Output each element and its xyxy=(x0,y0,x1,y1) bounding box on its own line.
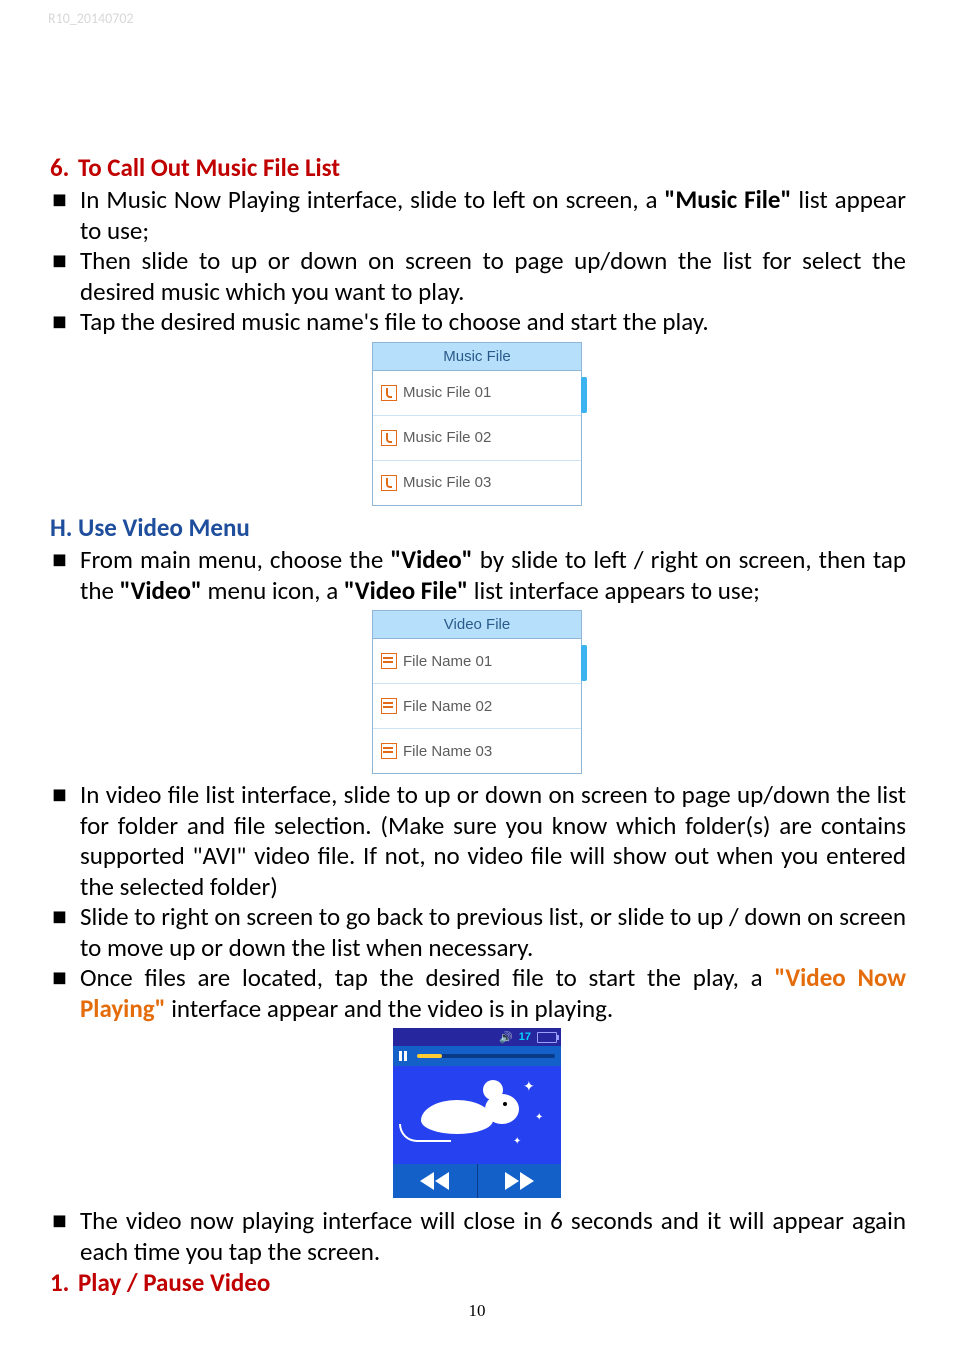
forward-icon xyxy=(505,1172,534,1190)
square-bullet-icon: ◼ xyxy=(48,780,80,902)
bold-text: "Music File" xyxy=(664,184,791,215)
text: Tap the desired music name's file to cho… xyxy=(80,307,906,338)
list-item[interactable]: Music File 03 xyxy=(373,461,581,505)
list-item-label: Music File 01 xyxy=(403,384,491,401)
heading-6-number: 6. xyxy=(48,152,78,183)
battery-icon xyxy=(537,1032,557,1043)
heading-h-letter: H. xyxy=(48,512,78,543)
sectionH-bullet-1: ◼ From main menu, choose the "Video" by … xyxy=(48,545,906,606)
square-bullet-icon: ◼ xyxy=(48,963,80,1024)
video-list-header: Video File xyxy=(373,611,581,639)
heading-1-title: Play / Pause Video xyxy=(78,1267,270,1298)
video-file-icon xyxy=(381,698,397,714)
forward-button[interactable] xyxy=(477,1164,562,1198)
page-number: 10 xyxy=(0,1301,954,1321)
music-list-header: Music File xyxy=(373,343,581,371)
list-item[interactable]: File Name 02 xyxy=(373,684,581,729)
video-file-icon xyxy=(381,653,397,669)
player-controls xyxy=(393,1164,561,1198)
text: Once files are located, tap the desired … xyxy=(80,962,774,993)
heading-h-title: Use Video Menu xyxy=(78,512,250,543)
scroll-indicator[interactable] xyxy=(581,377,587,413)
list-item-label: File Name 02 xyxy=(403,698,492,715)
text: The video now playing interface will clo… xyxy=(80,1206,906,1267)
bold-text: "Video" xyxy=(390,544,472,575)
list-item-label: Music File 02 xyxy=(403,429,491,446)
heading-1: 1. Play / Pause Video xyxy=(48,1267,906,1298)
square-bullet-icon: ◼ xyxy=(48,902,80,963)
text: In Music Now Playing interface, slide to… xyxy=(80,184,664,215)
list-item[interactable]: Music File 02 xyxy=(373,416,581,461)
music-file-icon xyxy=(381,385,397,401)
video-frame[interactable]: ✦ ✦ ✦ xyxy=(393,1066,561,1164)
progress-track[interactable] xyxy=(417,1054,555,1058)
page-content: 6. To Call Out Music File List ◼ In Musi… xyxy=(48,152,906,1300)
heading-6: 6. To Call Out Music File List xyxy=(48,152,906,183)
list-item[interactable]: File Name 01 xyxy=(373,639,581,684)
list-item-label: Music File 03 xyxy=(403,474,491,491)
player-progress-bar[interactable] xyxy=(393,1046,561,1066)
section6-bullet-2: ◼ Then slide to up or down on screen to … xyxy=(48,246,906,307)
square-bullet-icon: ◼ xyxy=(48,545,80,606)
scroll-indicator[interactable] xyxy=(581,645,587,681)
music-file-icon xyxy=(381,430,397,446)
player-status-bar: 🔊 17 xyxy=(393,1028,561,1046)
list-item-label: File Name 03 xyxy=(403,743,492,760)
heading-1-number: 1. xyxy=(48,1267,78,1298)
video-file-list-widget: Video File File Name 01 File Name 02 Fil… xyxy=(372,610,582,774)
video-player-widget: 🔊 17 ✦ ✦ ✦ xyxy=(393,1028,561,1198)
text: Then slide to up or down on screen to pa… xyxy=(80,246,906,307)
bold-text: "Video" xyxy=(120,575,202,606)
text: list interface appears to use; xyxy=(468,575,760,606)
volume-level: 17 xyxy=(519,1031,531,1043)
text: menu icon, a xyxy=(202,575,344,606)
pause-icon[interactable] xyxy=(399,1051,409,1061)
square-bullet-icon: ◼ xyxy=(48,185,80,246)
volume-icon: 🔊 xyxy=(499,1031,513,1044)
list-item[interactable]: Music File 01 xyxy=(373,371,581,416)
heading-h: H. Use Video Menu xyxy=(48,512,906,543)
section6-bullet-3: ◼ Tap the desired music name's file to c… xyxy=(48,307,906,338)
square-bullet-icon: ◼ xyxy=(48,246,80,307)
video-file-icon xyxy=(381,743,397,759)
list-item-label: File Name 01 xyxy=(403,653,492,670)
text: In video file list interface, slide to u… xyxy=(80,780,906,902)
post-video-bullet-2: ◼ Slide to right on screen to go back to… xyxy=(48,902,906,963)
music-file-list-widget: Music File Music File 01 Music File 02 M… xyxy=(372,342,582,506)
rewind-button[interactable] xyxy=(393,1164,477,1198)
square-bullet-icon: ◼ xyxy=(48,1206,80,1267)
heading-6-title: To Call Out Music File List xyxy=(78,152,340,183)
post-player-bullet-1: ◼ The video now playing interface will c… xyxy=(48,1206,906,1267)
music-file-icon xyxy=(381,475,397,491)
text: From main menu, choose the xyxy=(80,544,390,575)
square-bullet-icon: ◼ xyxy=(48,307,80,338)
rewind-icon xyxy=(420,1172,449,1190)
bold-text: "Video File" xyxy=(344,575,468,606)
list-item[interactable]: File Name 03 xyxy=(373,729,581,773)
section6-bullet-1: ◼ In Music Now Playing interface, slide … xyxy=(48,185,906,246)
post-video-bullet-3: ◼ Once files are located, tap the desire… xyxy=(48,963,906,1024)
text: Slide to right on screen to go back to p… xyxy=(80,902,906,963)
header-code: R10_20140702 xyxy=(48,10,134,27)
text: interface appear and the video is in pla… xyxy=(166,993,614,1024)
post-video-bullet-1: ◼ In video file list interface, slide to… xyxy=(48,780,906,902)
